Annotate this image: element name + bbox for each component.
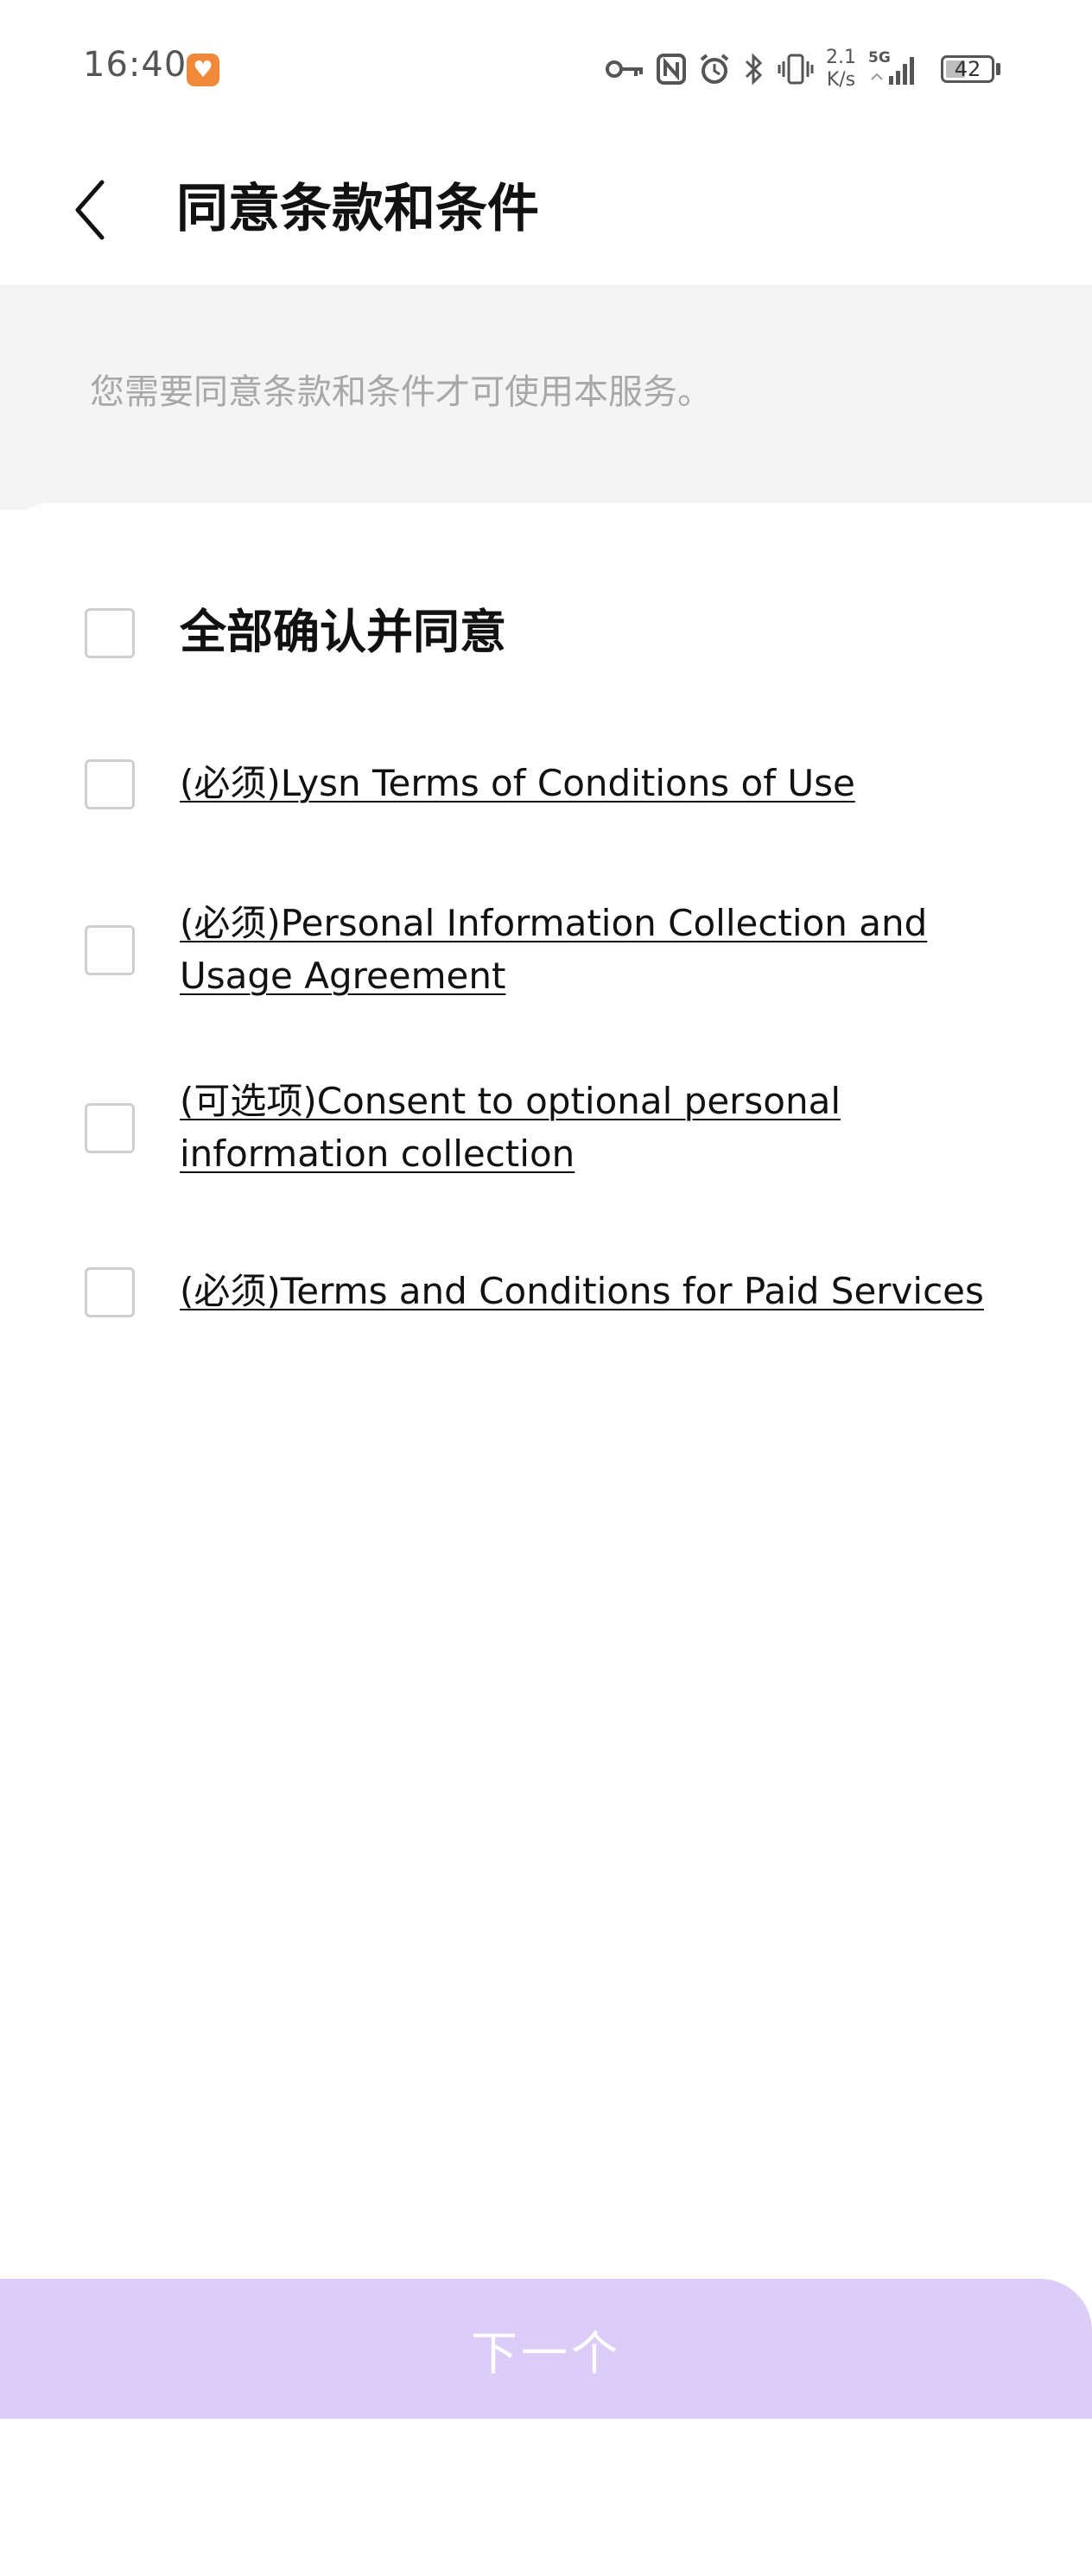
info-text: 您需要同意条款和条件才可使用本服务。 — [90, 372, 712, 412]
agreement-link[interactable]: (必须)Lysn Terms of Conditions of Use — [180, 757, 992, 809]
agreement-row[interactable]: (必须)Lysn Terms of Conditions of Use — [0, 757, 1092, 817]
alarm-icon — [700, 54, 729, 84]
vibrate-icon — [778, 54, 814, 85]
agree-all-checkbox[interactable] — [85, 608, 135, 658]
battery-icon: 42 — [941, 55, 994, 83]
signal-group: 5G — [868, 50, 922, 88]
agreement-checkbox[interactable] — [85, 1103, 135, 1153]
agree-all-row[interactable]: 全部确认并同意 — [0, 605, 1092, 674]
network-speed: 2.1 K/s — [826, 47, 856, 92]
agreement-row[interactable]: (必须)Personal Information Collection and … — [0, 897, 1092, 1009]
battery-tip — [996, 63, 1000, 75]
next-button[interactable]: 下一个 — [0, 2279, 1092, 2419]
agreement-link[interactable]: (必须)Personal Information Collection and … — [180, 897, 992, 1002]
network-speed-unit: K/s — [826, 69, 856, 91]
agree-all-label: 全部确认并同意 — [180, 605, 506, 659]
status-time: 16:40 — [83, 45, 187, 85]
heart-badge-icon: ♥ — [187, 54, 219, 86]
status-icons: 2.1 K/s 5G 42 — [605, 43, 1000, 95]
agreement-checkbox[interactable] — [85, 759, 135, 809]
agreement-link[interactable]: (可选项)Consent to optional personal inform… — [180, 1075, 992, 1180]
signal-icon — [871, 57, 914, 85]
header: 同意条款和条件 — [0, 138, 1092, 285]
agreement-checkbox[interactable] — [85, 925, 135, 975]
battery-level: 42 — [954, 57, 981, 81]
bluetooth-icon — [745, 53, 763, 86]
next-button-label: 下一个 — [471, 2325, 621, 2381]
network-speed-value: 2.1 — [826, 47, 856, 68]
agreement-row[interactable]: (必须)Terms and Conditions for Paid Servic… — [0, 1265, 1092, 1325]
page-title: 同意条款和条件 — [176, 179, 539, 239]
status-bar: 16:40 ♥ 2.1 K/s 5G 42 — [0, 0, 1092, 138]
chevron-left-icon — [75, 180, 105, 240]
info-banner: 您需要同意条款和条件才可使用本服务。 — [0, 285, 1092, 510]
agreement-checkbox[interactable] — [85, 1267, 135, 1317]
key-icon — [606, 60, 643, 78]
agreement-row[interactable]: (可选项)Consent to optional personal inform… — [0, 1075, 1092, 1187]
nfc-icon — [657, 54, 686, 85]
back-button[interactable] — [52, 162, 130, 257]
agreement-link[interactable]: (必须)Terms and Conditions for Paid Servic… — [180, 1265, 992, 1317]
